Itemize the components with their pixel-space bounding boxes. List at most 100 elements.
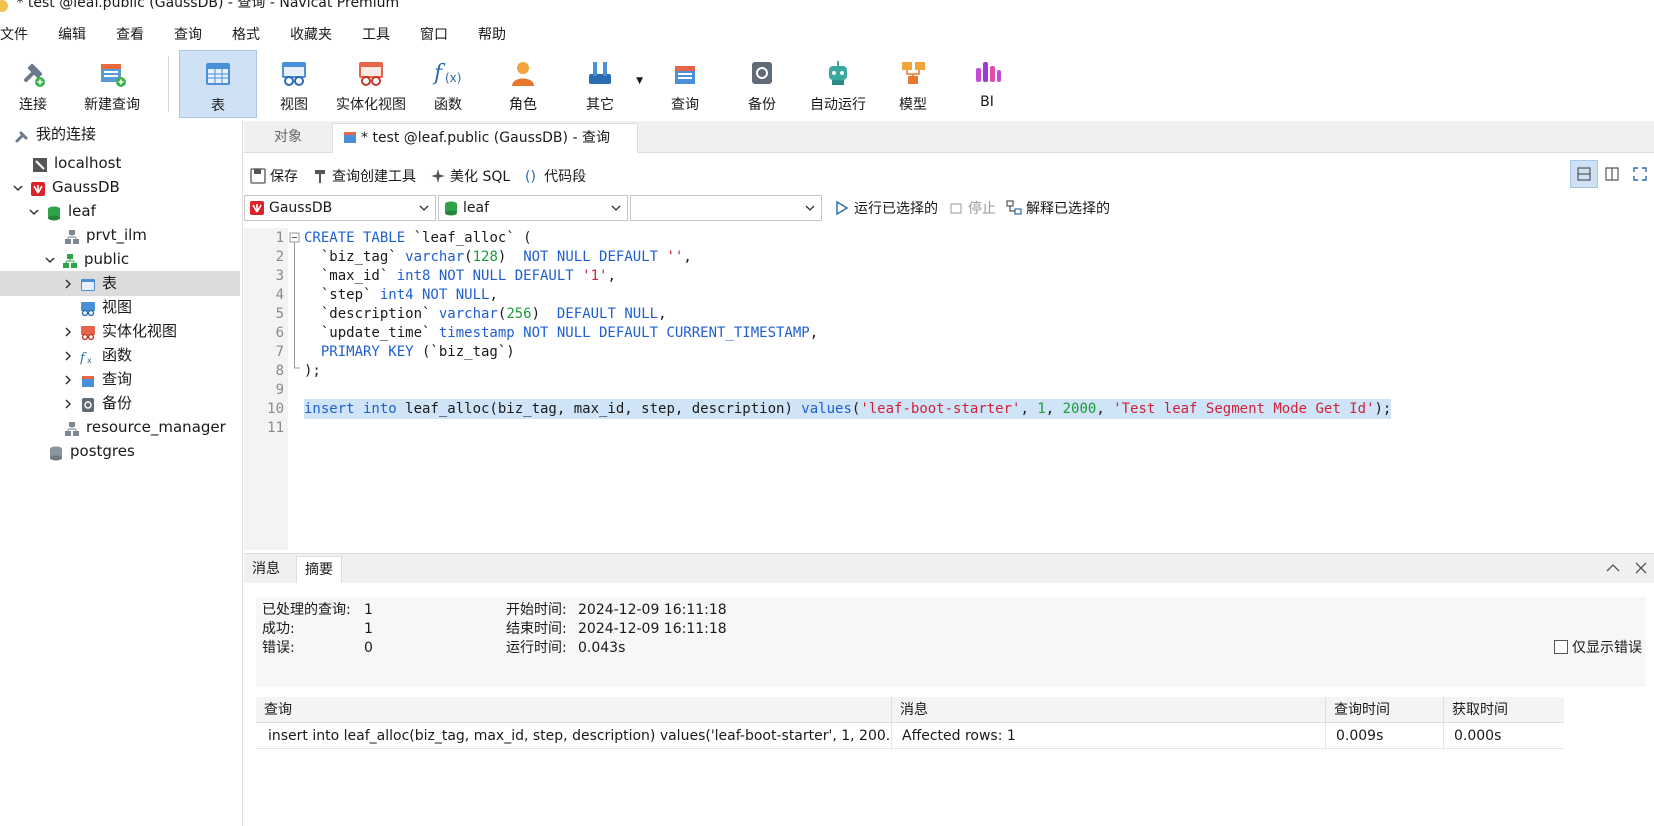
success-value: 1 <box>364 621 373 637</box>
chevron-right-icon[interactable] <box>62 278 74 290</box>
run-selected-button[interactable]: 运行已选择的 <box>834 198 938 218</box>
success-label: 成功: <box>262 621 295 637</box>
tree-prvt-ilm-label: prvt_ilm <box>86 226 147 244</box>
column-header-query[interactable]: 查询 <box>256 697 892 723</box>
new-query-button[interactable]: 新建查询 <box>66 50 158 118</box>
only-errors-toggle[interactable]: 仅显示错误 <box>1554 637 1642 657</box>
table-row-fetch-time[interactable]: 0.000s <box>1444 723 1564 749</box>
function-icon: f (x) <box>431 56 465 90</box>
chevron-right-icon[interactable] <box>62 374 74 386</box>
menu-file[interactable]: 文件 <box>0 24 44 44</box>
auto-run-button[interactable]: 自动运行 <box>799 50 877 118</box>
table-row-query-time[interactable]: 0.009s <box>1326 723 1444 749</box>
model-button[interactable]: 模型 <box>877 50 949 118</box>
schema-select[interactable] <box>630 195 822 221</box>
connections-icon <box>14 127 30 143</box>
svg-text:(): () <box>525 169 536 184</box>
tab-summary[interactable]: 摘要 <box>296 556 342 584</box>
menu-tools[interactable]: 工具 <box>360 24 406 44</box>
tree-item-postgres[interactable]: postgres <box>48 439 135 464</box>
tree-item-tables[interactable]: 表 <box>0 271 240 296</box>
chevron-up-icon[interactable] <box>1606 562 1620 574</box>
column-header-fetch-time[interactable]: 获取时间 <box>1444 697 1564 723</box>
title-bar: * test @leaf.public (GaussDB) - 查询 - Nav… <box>0 0 1654 16</box>
menu-view[interactable]: 查看 <box>114 24 160 44</box>
tree-item-queries[interactable]: 查询 <box>62 367 132 392</box>
snippet-button[interactable]: () 代码段 <box>524 166 586 186</box>
tree-item-prvt-ilm[interactable]: prvt_ilm <box>64 223 147 248</box>
database-select[interactable]: leaf <box>438 195 628 221</box>
tree-postgres-label: postgres <box>70 442 135 460</box>
chevron-down-icon[interactable] <box>28 206 40 218</box>
tree-root[interactable]: 我的连接 <box>14 122 96 147</box>
tree-item-leaf[interactable]: leaf <box>28 199 96 224</box>
connect-button[interactable]: 连接 <box>0 50 66 118</box>
fullscreen-button[interactable] <box>1626 160 1654 188</box>
tree-item-backups[interactable]: 备份 <box>62 391 132 416</box>
only-errors-checkbox[interactable] <box>1554 640 1568 654</box>
layout-horizontal-button[interactable] <box>1570 160 1598 188</box>
table-row-query[interactable]: insert into leaf_alloc(biz_tag, max_id, … <box>256 723 892 749</box>
tree-item-functions[interactable]: fx 函数 <box>62 343 132 368</box>
chevron-down-icon[interactable] <box>44 254 56 266</box>
table-row-message[interactable]: Affected rows: 1 <box>892 723 1326 749</box>
sql-editor[interactable]: 1 2 3 4 5 6 7 8 9 10 11 CREATE TABLE `le… <box>244 228 1654 550</box>
chevron-right-icon[interactable] <box>62 398 74 410</box>
tree-item-views[interactable]: 视图 <box>80 295 132 320</box>
chevron-right-icon[interactable] <box>62 350 74 362</box>
menu-edit[interactable]: 编辑 <box>56 24 102 44</box>
mat-view-button[interactable]: 实体化视图 <box>331 50 411 118</box>
line-number: 5 <box>275 306 284 322</box>
beautify-sql-button[interactable]: 美化 SQL <box>430 166 510 186</box>
menu-help[interactable]: 帮助 <box>476 24 522 44</box>
tree-item-mat-views[interactable]: 实体化视图 <box>62 319 177 344</box>
menu-query[interactable]: 查询 <box>172 24 218 44</box>
code-line-selected: insert into leaf_alloc(biz_tag, max_id, … <box>304 399 1392 419</box>
backup-button[interactable]: 备份 <box>725 50 799 118</box>
other-button[interactable]: 其它 ▼ <box>561 50 643 118</box>
other-dropdown-arrow-icon[interactable]: ▼ <box>636 76 643 86</box>
stop-icon <box>948 200 964 216</box>
chevron-down-icon[interactable] <box>12 182 24 194</box>
table-button[interactable]: 表 <box>179 50 257 118</box>
role-button[interactable]: 角色 <box>485 50 561 118</box>
function-button[interactable]: f (x) 函数 <box>411 50 485 118</box>
query-builder-button[interactable]: 查询创建工具 <box>312 166 416 186</box>
menu-favorites[interactable]: 收藏夹 <box>288 24 348 44</box>
tree-item-resource-manager[interactable]: resource_manager <box>64 415 226 440</box>
code-line: PRIMARY KEY (`biz_tag`) <box>320 344 515 360</box>
tab-message[interactable]: 消息 <box>244 556 288 584</box>
tree-item-gaussdb[interactable]: GaussDB <box>12 175 120 200</box>
menu-bar: 文件 编辑 查看 查询 格式 收藏夹 工具 窗口 帮助 <box>0 20 1654 48</box>
menu-format[interactable]: 格式 <box>230 24 276 44</box>
main-toolbar: 连接 新建查询 表 视图 实体化视图 f (x) 函数 角色 其它 ▼ 查询 备… <box>0 50 1654 120</box>
model-icon <box>896 56 930 90</box>
tree-mat-views-label: 实体化视图 <box>102 322 178 340</box>
window-title: * test @leaf.public (GaussDB) - 查询 - Nav… <box>16 0 400 11</box>
chevron-right-icon[interactable] <box>62 326 74 338</box>
query-button[interactable]: 查询 <box>645 50 725 118</box>
save-button[interactable]: 保存 <box>250 166 298 186</box>
line-number-gutter: 1 2 3 4 5 6 7 8 9 10 11 <box>244 228 288 550</box>
bi-button[interactable]: BI <box>949 50 1025 118</box>
layout-vertical-button[interactable] <box>1598 160 1626 188</box>
tree-item-public[interactable]: public <box>44 247 129 272</box>
stop-button[interactable]: 停止 <box>948 198 996 218</box>
fold-marker-icon[interactable] <box>288 228 302 388</box>
tree-item-localhost[interactable]: localhost <box>32 151 121 176</box>
explain-selected-button[interactable]: 解释已选择的 <box>1006 198 1110 218</box>
code-line: `max_id` int8 NOT NULL DEFAULT '1', <box>304 268 616 284</box>
column-header-message[interactable]: 消息 <box>892 697 1326 723</box>
function-label: 函数 <box>434 97 462 113</box>
tools-icon <box>583 56 617 90</box>
bi-chart-icon <box>970 56 1004 90</box>
tab-objects[interactable]: 对象 <box>244 123 332 153</box>
view-button[interactable]: 视图 <box>257 50 331 118</box>
column-header-query-time[interactable]: 查询时间 <box>1326 697 1444 723</box>
connection-select[interactable]: GaussDB <box>244 195 436 221</box>
mat-view-icon <box>80 324 96 340</box>
menu-window[interactable]: 窗口 <box>418 24 464 44</box>
tab-query[interactable]: * test @leaf.public (GaussDB) - 查询 <box>332 123 638 153</box>
close-icon[interactable] <box>1634 561 1648 575</box>
mat-view-icon <box>354 56 388 90</box>
